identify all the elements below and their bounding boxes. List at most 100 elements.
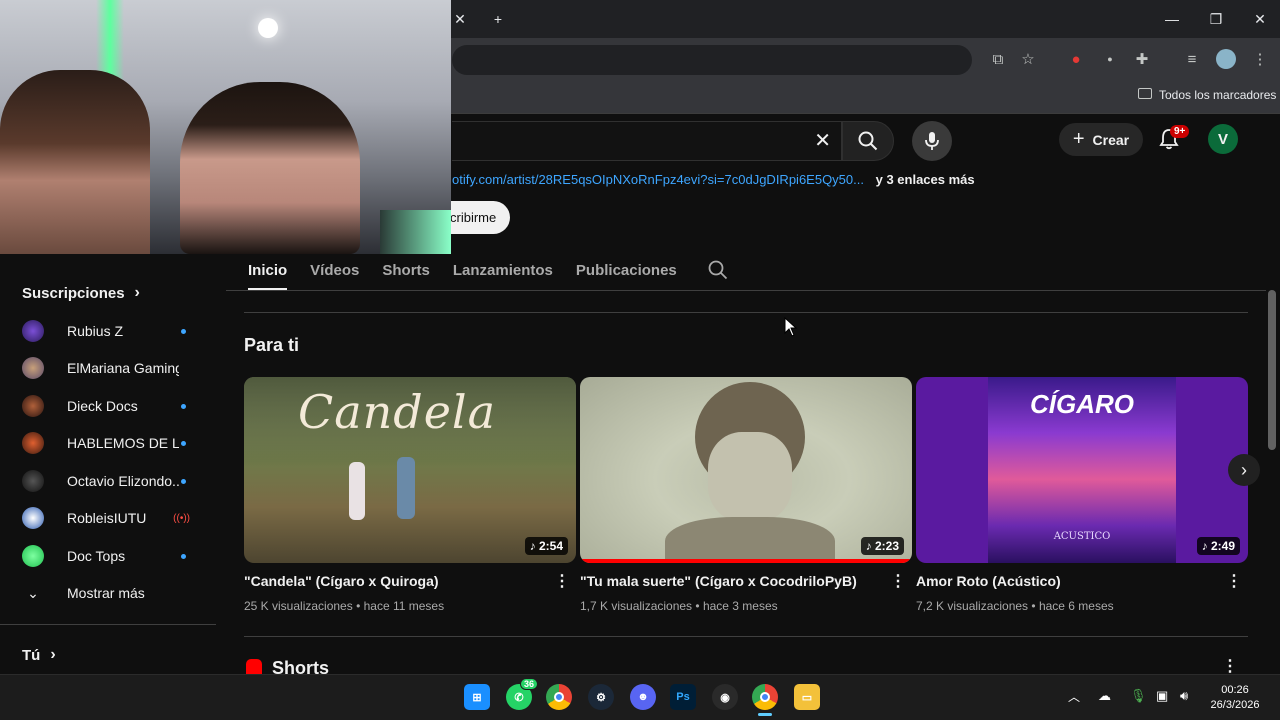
search-button[interactable] bbox=[842, 121, 894, 161]
tab-inicio[interactable]: Inicio bbox=[248, 250, 288, 290]
more-links-label[interactable]: y 3 enlaces más bbox=[876, 172, 975, 187]
chrome-icon[interactable] bbox=[546, 684, 572, 710]
avatar bbox=[22, 395, 44, 417]
window-close-icon[interactable]: ✕ bbox=[1240, 0, 1280, 38]
you-title: Tú bbox=[22, 646, 41, 664]
whatsapp-badge: 36 bbox=[520, 678, 539, 690]
section-divider bbox=[244, 312, 1248, 313]
extensions-puzzle-icon[interactable]: ✚ bbox=[1130, 47, 1154, 71]
chrome-active-icon[interactable] bbox=[752, 684, 778, 710]
new-content-dot bbox=[181, 403, 186, 409]
chevron-up-icon[interactable]: ︿ bbox=[1068, 688, 1080, 705]
chevron-right-icon: › bbox=[1241, 459, 1247, 480]
sidebar-item-robleisiutu[interactable]: RobleisIUTU ((•)) bbox=[22, 501, 198, 535]
avatar bbox=[22, 320, 44, 342]
avatar bbox=[22, 432, 44, 454]
new-tab-icon[interactable]: + bbox=[478, 0, 518, 38]
sidebar-item-doc-tops[interactable]: Doc Tops bbox=[22, 539, 198, 573]
sidebar-item-octavio-elizondo[interactable]: Octavio Elizondo... bbox=[22, 464, 198, 498]
channel-tabs: Inicio Vídeos Shorts Lanzamientos Public… bbox=[244, 250, 728, 290]
onedrive-icon[interactable]: ☁ bbox=[1098, 688, 1111, 704]
network-icon[interactable]: ▣ bbox=[1156, 688, 1168, 704]
tab-videos[interactable]: Vídeos bbox=[310, 250, 359, 290]
page-scrollbar[interactable] bbox=[1268, 290, 1276, 450]
plus-icon: + bbox=[1072, 128, 1085, 150]
volume-icon[interactable]: 🔊︎ bbox=[1180, 688, 1188, 704]
steam-icon[interactable]: ⚙ bbox=[588, 684, 614, 710]
person-right bbox=[180, 82, 360, 254]
clear-search-icon[interactable]: ✕ bbox=[814, 128, 831, 153]
video-duration: ♪ 2:49 bbox=[1196, 537, 1240, 555]
notifications-button[interactable]: 9+ bbox=[1158, 125, 1190, 152]
search-icon bbox=[858, 131, 878, 151]
watch-progress-bar bbox=[580, 559, 912, 563]
video-title[interactable]: Amor Roto (Acústico) bbox=[916, 573, 1248, 589]
media-control-icon[interactable]: ≡ bbox=[1180, 47, 1204, 71]
video-thumbnail[interactable]: CÍGARO ACUSTICO ♪ 2:49 bbox=[916, 377, 1248, 563]
sidebar-item-label: Rubius Z bbox=[67, 323, 124, 339]
extension-dot-icon[interactable]: ● bbox=[1098, 47, 1122, 71]
video-title[interactable]: "Tu mala suerte" (Cígaro x CocodriloPyB) bbox=[580, 573, 912, 589]
create-button[interactable]: + Crear bbox=[1059, 123, 1143, 156]
video-thumbnail[interactable]: Candela ♪ 2:54 bbox=[244, 377, 576, 563]
notifications-badge: 9+ bbox=[1170, 125, 1190, 138]
system-clock[interactable]: 00:26 26/3/2026 bbox=[1200, 683, 1270, 713]
discord-icon[interactable]: ☻ bbox=[630, 684, 656, 710]
restore-icon[interactable]: ❐ bbox=[1196, 0, 1236, 38]
more-options-icon[interactable]: ⋮ bbox=[890, 571, 906, 591]
video-title[interactable]: "Candela" (Cígaro x Quiroga) bbox=[244, 573, 576, 589]
obs-icon[interactable]: ◉ bbox=[712, 684, 738, 710]
thumbnail-title-text: Candela bbox=[298, 385, 497, 439]
video-thumbnail[interactable]: ♪ 2:23 bbox=[580, 377, 912, 563]
whatsapp-icon[interactable]: ✆ 36 bbox=[506, 678, 539, 710]
file-explorer-icon[interactable]: ▭ bbox=[794, 684, 820, 710]
new-content-dot bbox=[181, 440, 186, 446]
avatar bbox=[22, 545, 44, 567]
chevron-down-icon: ⌄ bbox=[27, 584, 39, 601]
sidebar-item-rubius-z[interactable]: Rubius Z bbox=[22, 314, 198, 348]
sidebar-item-hablemos-de[interactable]: HABLEMOS DE L... bbox=[22, 426, 198, 460]
video-card[interactable]: CÍGARO ACUSTICO ♪ 2:49 Amor Roto (Acústi… bbox=[916, 377, 1248, 613]
create-label: Crear bbox=[1092, 131, 1130, 148]
profile-avatar[interactable] bbox=[1216, 49, 1236, 69]
video-meta: 7,2 K visualizaciones • hace 6 meses bbox=[916, 599, 1114, 613]
subscriptions-header[interactable]: Suscripciones › bbox=[22, 284, 140, 302]
channel-link-url[interactable]: otify.com/artist/28RE5qsOIpNXoRnFpz4evi?… bbox=[452, 172, 864, 187]
browser-menu-icon[interactable]: ⋮ bbox=[1248, 47, 1272, 71]
video-card[interactable]: ♪ 2:23 "Tu mala suerte" (Cígaro x Cocodr… bbox=[580, 377, 912, 613]
sidebar-item-elmariana-gaming[interactable]: ElMariana Gaming bbox=[22, 351, 198, 385]
show-more-button[interactable]: ⌄ Mostrar más bbox=[22, 576, 198, 610]
search-input[interactable]: ✕ bbox=[452, 121, 842, 161]
video-card[interactable]: Candela ♪ 2:54 "Candela" (Cígaro x Quiro… bbox=[244, 377, 576, 613]
sidebar-item-label: RobleisIUTU bbox=[67, 510, 147, 526]
windows-start-icon[interactable]: ⊞ bbox=[464, 684, 490, 710]
minimize-icon[interactable]: — bbox=[1152, 0, 1192, 38]
you-section-header[interactable]: Tú › bbox=[22, 646, 56, 664]
mouse-cursor-icon bbox=[784, 317, 798, 337]
account-avatar[interactable]: V bbox=[1208, 124, 1238, 154]
more-options-icon[interactable]: ⋮ bbox=[554, 571, 570, 591]
subscriptions-title: Suscripciones bbox=[22, 284, 125, 302]
chevron-right-icon: › bbox=[134, 284, 140, 301]
install-app-icon[interactable]: ⧉ bbox=[986, 47, 1010, 71]
avatar bbox=[22, 357, 44, 379]
extension-icon[interactable]: ● bbox=[1064, 47, 1088, 71]
all-bookmarks-label[interactable]: Todos los marcadores bbox=[1159, 88, 1276, 102]
microphone-tray-icon[interactable]: 🎙︎ bbox=[1130, 688, 1147, 704]
new-content-dot bbox=[181, 478, 186, 484]
sidebar-item-label: Dieck Docs bbox=[67, 398, 138, 414]
video-meta: 1,7 K visualizaciones • hace 3 meses bbox=[580, 599, 778, 613]
tab-shorts[interactable]: Shorts bbox=[382, 250, 430, 290]
voice-search-button[interactable] bbox=[912, 121, 952, 161]
tab-publicaciones[interactable]: Publicaciones bbox=[576, 250, 677, 290]
video-meta: 25 K visualizaciones • hace 11 meses bbox=[244, 599, 445, 613]
channel-search-button[interactable] bbox=[708, 250, 728, 290]
tab-lanzamientos[interactable]: Lanzamientos bbox=[453, 250, 553, 290]
more-options-icon[interactable]: ⋮ bbox=[1226, 571, 1242, 591]
photoshop-icon[interactable]: Ps bbox=[670, 684, 696, 710]
sidebar-item-dieck-docs[interactable]: Dieck Docs bbox=[22, 389, 198, 423]
carousel-next-button[interactable]: › bbox=[1228, 454, 1260, 486]
shorts-more-options-icon[interactable]: ⋮ bbox=[1222, 656, 1238, 676]
address-bar[interactable] bbox=[452, 45, 972, 75]
bookmark-star-icon[interactable]: ☆ bbox=[1016, 47, 1040, 71]
